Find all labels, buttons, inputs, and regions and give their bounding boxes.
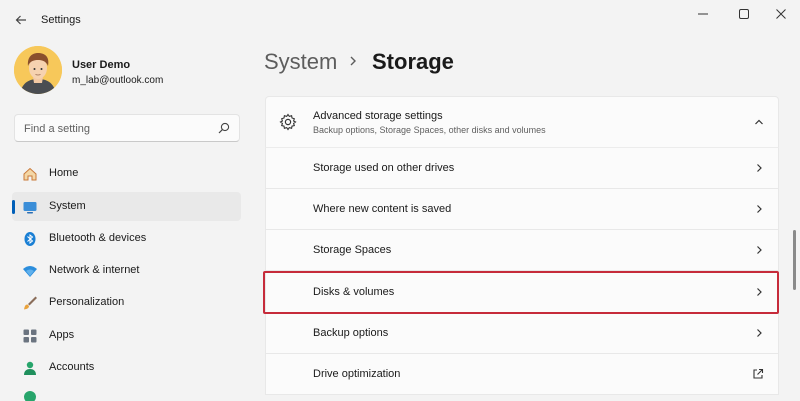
user-email: m_lab@outlook.com <box>72 75 164 86</box>
sidebar-item-home[interactable]: Home <box>12 159 241 188</box>
chevron-right-icon <box>757 329 762 337</box>
advanced-storage-settings-header[interactable]: Advanced storage settings Backup options… <box>265 96 779 148</box>
sidebar-item-label: Accounts <box>49 361 95 373</box>
row-label: Where new content is saved <box>313 203 452 215</box>
search-input[interactable]: Find a setting <box>14 114 240 142</box>
home-icon <box>23 167 37 181</box>
network-icon <box>23 266 37 277</box>
row-label: Storage Spaces <box>313 244 392 256</box>
selection-indicator <box>12 200 15 214</box>
sidebar-item-label: Network & internet <box>49 264 140 276</box>
avatar-image <box>14 46 62 94</box>
search-icon <box>218 122 230 134</box>
accounts-icon <box>24 361 36 375</box>
sidebar-item-label: Apps <box>49 329 75 341</box>
advanced-storage-title: Advanced storage settings <box>313 110 443 122</box>
chevron-right-icon <box>350 56 356 66</box>
row-backup-options[interactable]: Backup options <box>265 313 779 354</box>
bluetooth-icon <box>24 232 36 246</box>
minimize-button[interactable] <box>686 4 720 24</box>
sidebar-item-personalization[interactable]: Personalization <box>12 288 241 317</box>
chevron-up-icon[interactable] <box>754 117 764 127</box>
close-icon <box>776 9 786 19</box>
sidebar-item-label: Personalization <box>49 296 125 308</box>
sidebar-item-label: Home <box>49 167 79 179</box>
maximize-icon <box>739 9 749 19</box>
brush-icon <box>24 296 37 310</box>
chevron-right-icon <box>757 205 762 213</box>
sidebar-item-label: Bluetooth & devices <box>49 232 147 244</box>
maximize-button[interactable] <box>727 4 761 24</box>
avatar[interactable] <box>14 46 62 94</box>
sidebar-item-accounts[interactable]: Accounts <box>12 353 241 382</box>
external-link-icon <box>753 368 764 379</box>
back-button[interactable] <box>8 8 34 32</box>
sidebar-item-bluetooth[interactable]: Bluetooth & devices <box>12 224 241 253</box>
sidebar-item-label: System <box>49 200 86 212</box>
chevron-right-icon <box>757 246 762 254</box>
minimize-icon <box>698 13 708 15</box>
chevron-right-icon <box>757 164 762 172</box>
row-storage-spaces[interactable]: Storage Spaces <box>265 230 779 271</box>
title-bar: Settings <box>0 0 800 40</box>
system-icon <box>23 202 37 214</box>
row-label: Drive optimization <box>313 368 401 380</box>
user-name: User Demo <box>72 59 131 71</box>
scrollbar[interactable] <box>793 230 796 290</box>
highlight-box <box>263 271 779 314</box>
close-button[interactable] <box>764 4 798 24</box>
back-arrow-icon <box>15 15 26 25</box>
apps-icon <box>23 329 37 343</box>
gear-icon <box>279 113 297 131</box>
row-label: Storage used on other drives <box>313 162 455 174</box>
row-drive-optimization[interactable]: Drive optimization <box>265 354 779 395</box>
sidebar-item-apps[interactable]: Apps <box>12 321 241 350</box>
breadcrumb-system[interactable]: System <box>264 49 337 75</box>
window-title: Settings <box>41 14 81 26</box>
sidebar-item-network[interactable]: Network & internet <box>12 256 241 285</box>
page-title: Storage <box>372 49 454 74</box>
row-label: Backup options <box>313 327 389 339</box>
partial-nav-icon <box>24 391 36 401</box>
sidebar-item-system[interactable]: System <box>12 192 241 221</box>
row-storage-used-on-other-drives[interactable]: Storage used on other drives <box>265 148 779 189</box>
advanced-storage-subtitle: Backup options, Storage Spaces, other di… <box>313 125 546 135</box>
search-placeholder: Find a setting <box>24 123 91 135</box>
row-where-new-content-is-saved[interactable]: Where new content is saved <box>265 189 779 230</box>
